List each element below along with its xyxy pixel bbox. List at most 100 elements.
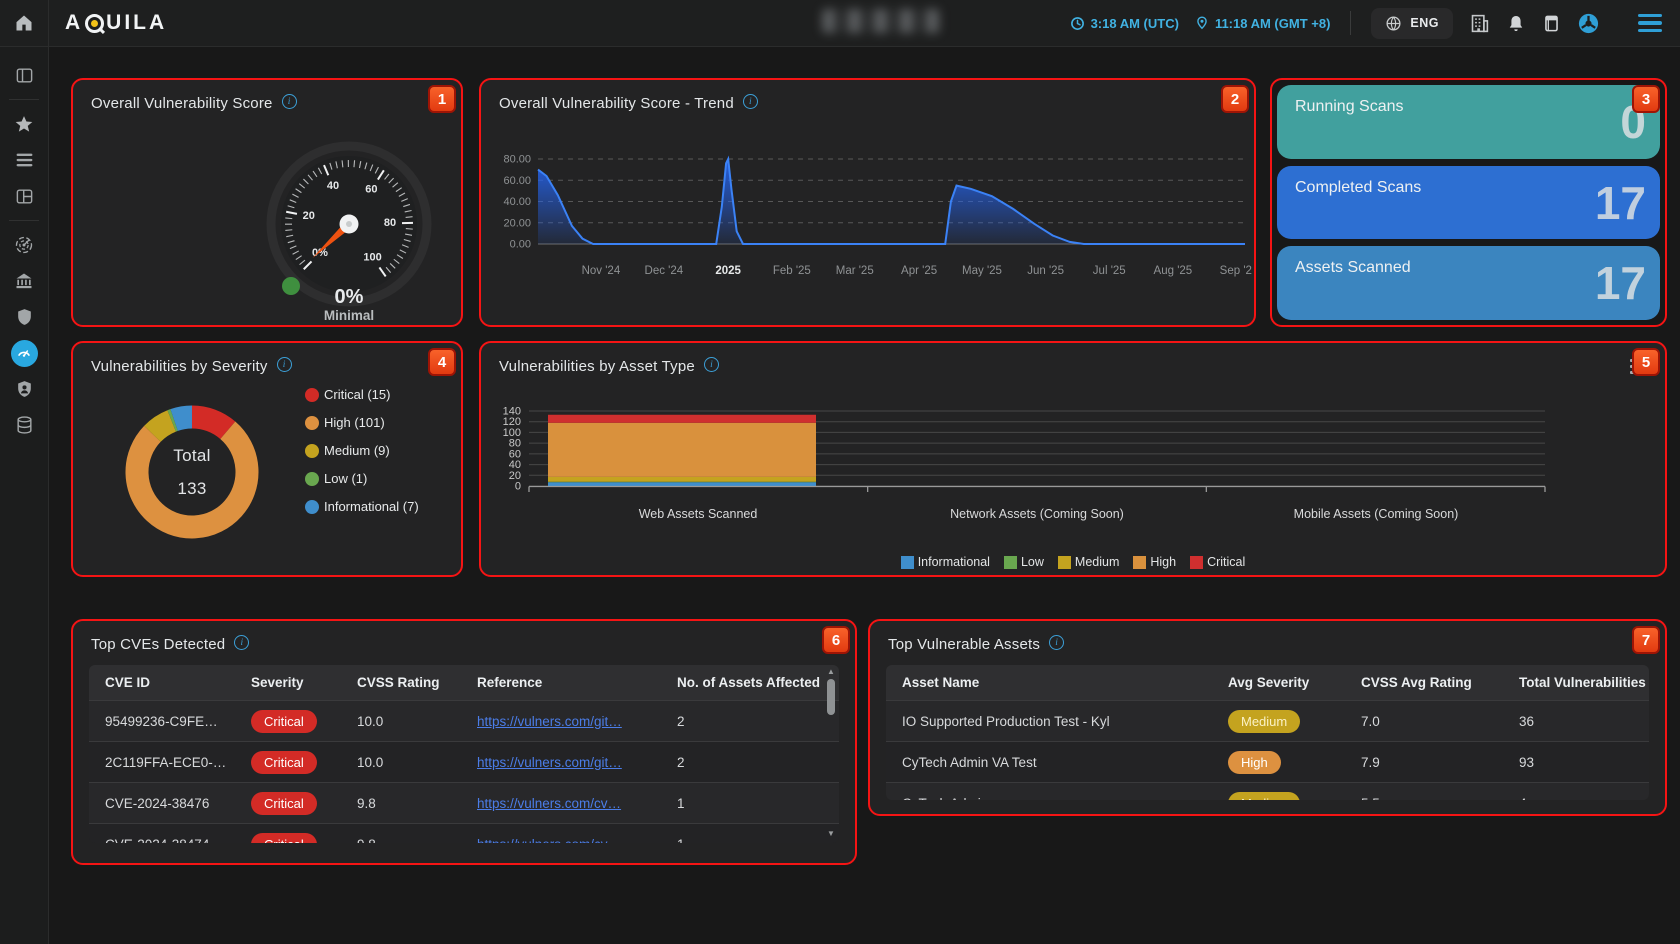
legend-item: High	[1133, 555, 1176, 569]
scan-stat-card: Running Scans0	[1277, 85, 1660, 159]
legend-swatch	[1190, 556, 1203, 569]
severity-pill: High	[1228, 751, 1281, 774]
column-header: Total Vulnerabilities	[1507, 665, 1649, 701]
panel-title: Vulnerabilities by Severity	[91, 358, 268, 375]
donut-total-value: 133	[177, 479, 206, 499]
language-selector[interactable]: ENG	[1371, 8, 1453, 39]
asset-name: CyTech Admin	[886, 783, 1216, 801]
svg-text:20: 20	[303, 210, 315, 222]
svg-text:Apr '25: Apr '25	[901, 265, 937, 277]
svg-text:Jul '25: Jul '25	[1093, 265, 1126, 277]
svg-text:100: 100	[363, 251, 381, 263]
sidebar-item-scans[interactable]	[0, 227, 49, 263]
info-icon[interactable]	[704, 357, 719, 372]
reference-link[interactable]: https://vulners.com/cv…	[477, 796, 621, 811]
table-row: CyTech AdminMedium5.54	[886, 783, 1649, 801]
sidebar-item-organization[interactable]	[0, 263, 49, 299]
cve-id: 2C119FFA-ECE0-…	[89, 742, 239, 783]
annotation-badge: 1	[428, 85, 456, 113]
cvss-avg-rating: 5.5	[1349, 783, 1507, 801]
table-scrollbar[interactable]: ▲ ▼	[825, 667, 837, 839]
annotation-badge: 7	[1632, 626, 1660, 654]
cvss-rating: 9.8	[345, 824, 465, 844]
legend-label: High (101)	[324, 415, 385, 430]
legend-item: Informational	[901, 555, 990, 569]
severity-pill: Critical	[251, 710, 317, 733]
svg-text:0.00: 0.00	[510, 239, 531, 251]
bell-icon	[1506, 13, 1526, 34]
column-header: CVE ID	[89, 665, 239, 701]
info-icon[interactable]	[234, 635, 249, 650]
scroll-thumb[interactable]	[827, 679, 835, 715]
organization-button[interactable]	[1469, 13, 1490, 34]
legend-swatch	[901, 556, 914, 569]
info-icon[interactable]	[1049, 635, 1064, 650]
svg-text:0%: 0%	[312, 247, 328, 259]
menu-toggle-button[interactable]	[1638, 14, 1662, 33]
scroll-up-icon[interactable]: ▲	[827, 667, 835, 677]
panel-title: Top Vulnerable Assets	[888, 636, 1040, 653]
asset-type-bar-chart: 020406080100120140Web Assets ScannedNetw…	[489, 398, 1661, 548]
reference-link[interactable]: https://vulners.com/cv…	[477, 837, 621, 844]
sidebar-item-security[interactable]	[0, 299, 49, 335]
support-button[interactable]	[1577, 12, 1600, 35]
star-icon	[14, 114, 34, 134]
svg-text:140: 140	[503, 406, 521, 418]
column-header: CVSS Avg Rating	[1349, 665, 1507, 701]
panel-vulnerabilities-by-asset-type: 5 Vulnerabilities by Asset Type 02040608…	[479, 341, 1667, 577]
info-icon[interactable]	[277, 357, 292, 372]
cvss-rating: 10.0	[345, 701, 465, 742]
sidebar-item-favorites[interactable]	[0, 106, 49, 142]
sidebar-item-assets[interactable]	[0, 407, 49, 443]
column-header: Severity	[239, 665, 345, 701]
column-header: Avg Severity	[1216, 665, 1349, 701]
top-assets-table-viewport: Asset NameAvg SeverityCVSS Avg RatingTot…	[886, 665, 1649, 800]
legend-label: Medium	[1075, 555, 1119, 569]
svg-text:80: 80	[384, 217, 396, 229]
scan-stat-card: Completed Scans 17	[1277, 166, 1660, 240]
svg-text:60.00: 60.00	[503, 175, 531, 187]
scroll-down-icon[interactable]: ▼	[827, 829, 835, 839]
svg-text:60: 60	[365, 184, 377, 196]
card-label: Completed Scans	[1295, 179, 1421, 197]
reference-link[interactable]: https://vulners.com/git…	[477, 755, 622, 770]
severity-pill: Medium	[1228, 792, 1300, 801]
sidebar-item-user-security[interactable]	[0, 371, 49, 407]
svg-text:20.00: 20.00	[503, 217, 531, 229]
sidebar-item-dashboard-active[interactable]	[0, 335, 49, 371]
card-value: 17	[1595, 176, 1646, 230]
docs-button[interactable]	[1542, 13, 1561, 34]
total-vulnerabilities: 93	[1507, 742, 1649, 783]
sidebar-item-layout[interactable]	[0, 178, 49, 214]
logo-text-prefix: A	[65, 11, 83, 35]
cvss-avg-rating: 7.9	[1349, 742, 1507, 783]
sidebar-item-list[interactable]	[0, 142, 49, 178]
legend-dot	[305, 500, 319, 514]
info-icon[interactable]	[743, 94, 758, 109]
home-button[interactable]	[0, 0, 49, 46]
home-icon	[14, 13, 34, 33]
svg-text:0: 0	[515, 481, 521, 493]
globe-icon	[1385, 15, 1402, 32]
sidebar-item-panel-toggle[interactable]	[0, 57, 49, 93]
gauge-status-label: Minimal	[289, 308, 409, 323]
legend-swatch	[1133, 556, 1146, 569]
panel-top-vulnerable-assets: 7 Top Vulnerable Assets Asset NameAvg Se…	[868, 619, 1667, 816]
column-header: Asset Name	[886, 665, 1216, 701]
column-header: Reference	[465, 665, 665, 701]
legend-dot	[305, 472, 319, 486]
user-shield-icon	[15, 379, 34, 399]
cve-id: CVE-2024-38476	[89, 783, 239, 824]
panel-score-trend: 2 Overall Vulnerability Score - Trend 80…	[479, 78, 1256, 327]
bar-segment-high	[548, 423, 816, 477]
cvss-rating: 10.0	[345, 742, 465, 783]
panel-title: Vulnerabilities by Asset Type	[499, 358, 695, 375]
reference-link[interactable]: https://vulners.com/git…	[477, 714, 622, 729]
notifications-button[interactable]	[1506, 13, 1526, 34]
legend-item: Informational (7)	[305, 499, 419, 514]
donut-total-label: Total	[173, 446, 210, 466]
support-wheel-icon	[1577, 12, 1600, 35]
info-icon[interactable]	[282, 94, 297, 109]
column-header: No. of Assets Affected	[665, 665, 839, 701]
book-icon	[1542, 13, 1561, 34]
